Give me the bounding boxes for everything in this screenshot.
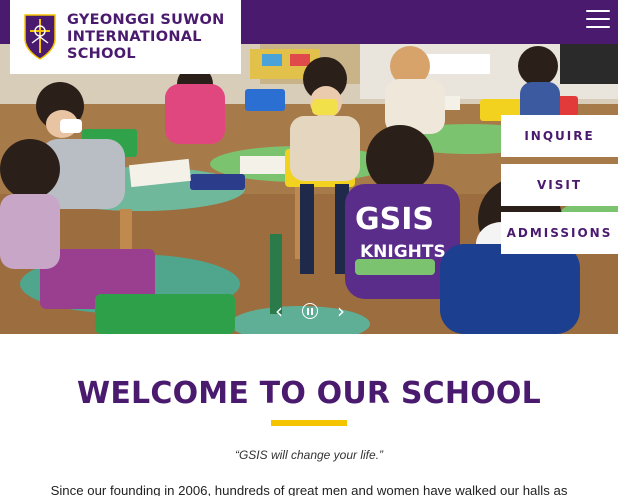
welcome-quote: “GSIS will change your life.” bbox=[234, 448, 384, 462]
school-name-line3: SCHOOL bbox=[67, 45, 136, 62]
shirt-text-gsis: GSIS bbox=[355, 202, 434, 237]
visit-button[interactable]: VISIT bbox=[501, 164, 618, 206]
welcome-intro-text: Since our founding in 2006, hundreds of … bbox=[50, 483, 568, 496]
admissions-button[interactable]: ADMISSIONS bbox=[501, 212, 618, 254]
heading-underline bbox=[271, 420, 347, 426]
welcome-heading: WELCOME TO OUR SCHOOL bbox=[77, 376, 541, 411]
previous-slide-icon[interactable]: ‹ bbox=[272, 301, 286, 321]
pause-icon[interactable] bbox=[302, 303, 318, 319]
school-name-line1: GYEONGGI SUWON bbox=[67, 11, 225, 28]
school-logo-link[interactable]: GYEONGGI SUWON INTERNATIONAL SCHOOL bbox=[10, 0, 241, 74]
inquire-button[interactable]: INQUIRE bbox=[501, 115, 618, 157]
school-name-line2: INTERNATIONAL bbox=[67, 28, 202, 45]
school-crest-icon bbox=[24, 14, 56, 60]
hamburger-menu-icon[interactable] bbox=[586, 10, 610, 32]
slideshow-controls: ‹ › bbox=[272, 301, 348, 321]
school-name: GYEONGGI SUWON INTERNATIONAL SCHOOL bbox=[67, 12, 225, 63]
welcome-section: WELCOME TO OUR SCHOOL “GSIS will change … bbox=[0, 334, 618, 496]
next-slide-icon[interactable]: › bbox=[334, 301, 348, 321]
